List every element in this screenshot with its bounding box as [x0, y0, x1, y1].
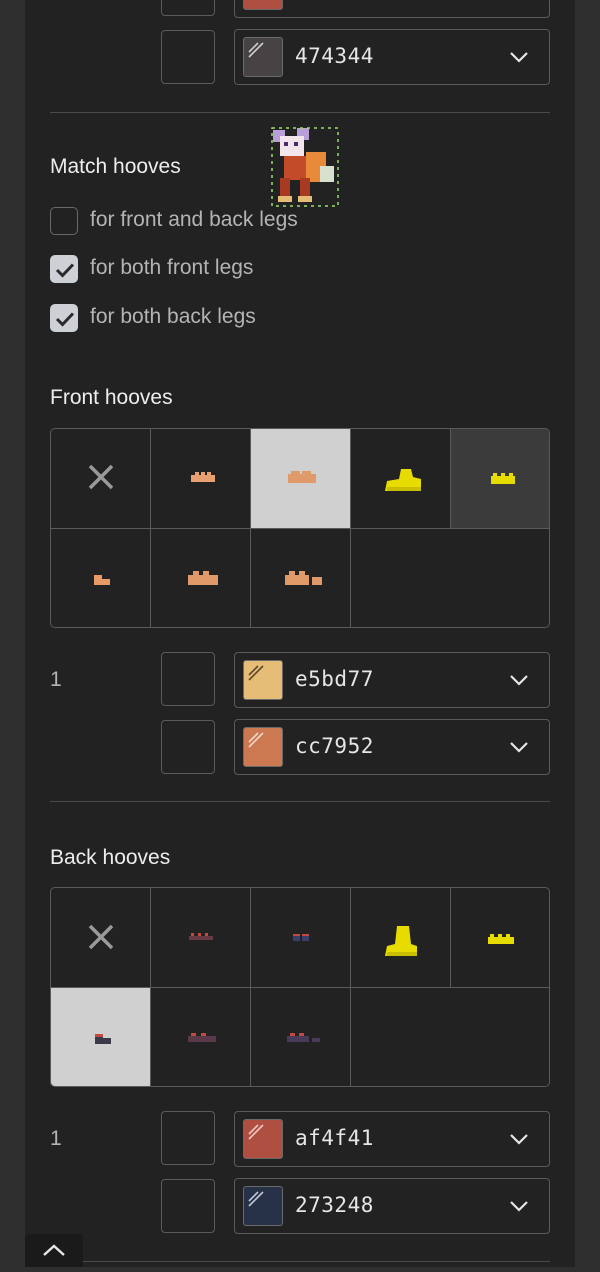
hoof-option[interactable] — [251, 888, 351, 988]
back-hooves-heading: Back hooves — [50, 846, 171, 869]
chevron-down-icon — [510, 675, 528, 686]
scroll-to-top-button[interactable] — [25, 1234, 83, 1267]
checkbox[interactable] — [50, 304, 78, 332]
color-select[interactable]: 474344 — [234, 29, 550, 85]
match-back-legs-option[interactable]: for both back legs — [50, 302, 370, 332]
hoof-option[interactable] — [151, 988, 251, 1086]
pony-preview — [271, 127, 339, 207]
front-hooves-heading: Front hooves — [50, 386, 173, 409]
color-swatch — [243, 1186, 283, 1226]
hoof-option[interactable] — [151, 429, 251, 529]
chevron-up-icon — [43, 1244, 65, 1256]
close-x-icon — [88, 924, 114, 950]
color-select[interactable]: af4f41 — [234, 1111, 550, 1167]
color-hex: 474344 — [295, 44, 374, 68]
hoof-option[interactable] — [251, 529, 351, 627]
color-select[interactable]: e5bd77 — [234, 652, 550, 708]
color-picker-box[interactable] — [161, 720, 215, 774]
hoof-option[interactable] — [51, 529, 151, 627]
chevron-down-icon — [510, 1134, 528, 1145]
hoof-option[interactable] — [451, 888, 549, 988]
color-picker-box[interactable] — [161, 1111, 215, 1165]
match-front-legs-option[interactable]: for both front legs — [50, 253, 370, 283]
chevron-down-icon — [510, 742, 528, 753]
chevron-down-icon — [510, 1201, 528, 1212]
color-picker-box[interactable] — [161, 652, 215, 706]
hoof-option[interactable] — [451, 429, 549, 529]
checkbox[interactable] — [50, 255, 78, 283]
option-label: for front and back legs — [90, 208, 298, 231]
color-hex: 273248 — [295, 1193, 374, 1217]
checkmark-icon — [55, 312, 75, 327]
hoof-option[interactable] — [251, 988, 351, 1086]
front-hooves-grid — [50, 428, 550, 628]
color-picker-box[interactable] — [161, 1179, 215, 1233]
checkbox[interactable] — [50, 207, 78, 235]
row-number: 1 — [50, 668, 62, 691]
checkmark-icon — [55, 263, 75, 278]
row-number: 1 — [50, 1127, 62, 1150]
hoof-option[interactable] — [151, 888, 251, 988]
color-swatch — [243, 1119, 283, 1159]
color-swatch — [243, 0, 283, 10]
color-select[interactable]: 273248 — [234, 1178, 550, 1234]
color-picker-box[interactable] — [161, 0, 215, 16]
color-hex: af4f41 — [295, 1126, 374, 1150]
back-hooves-grid — [50, 887, 550, 1087]
hoof-option[interactable] — [151, 529, 251, 627]
option-label: for both back legs — [90, 305, 256, 328]
hoof-option-selected[interactable] — [251, 429, 351, 529]
color-swatch — [243, 37, 283, 77]
color-picker-box[interactable] — [161, 30, 215, 84]
section-divider — [50, 1261, 550, 1262]
color-swatch — [243, 727, 283, 767]
section-divider — [50, 801, 550, 802]
color-swatch — [243, 660, 283, 700]
hoof-option-selected[interactable] — [51, 988, 151, 1086]
color-select[interactable]: cc7952 — [234, 719, 550, 775]
option-label: for both front legs — [90, 256, 254, 279]
match-hooves-heading: Match hooves — [50, 155, 181, 178]
hoof-option-none[interactable] — [51, 429, 151, 529]
close-x-icon — [88, 464, 114, 490]
hoof-option[interactable] — [351, 429, 451, 529]
color-hex: e5bd77 — [295, 667, 374, 691]
section-divider — [50, 112, 550, 113]
match-front-back-option[interactable]: for front and back legs — [50, 205, 370, 235]
hoof-option-none[interactable] — [51, 888, 151, 988]
hoof-option[interactable] — [351, 888, 451, 988]
color-hex: cc7952 — [295, 734, 374, 758]
chevron-down-icon — [510, 52, 528, 63]
color-select[interactable] — [234, 0, 550, 18]
